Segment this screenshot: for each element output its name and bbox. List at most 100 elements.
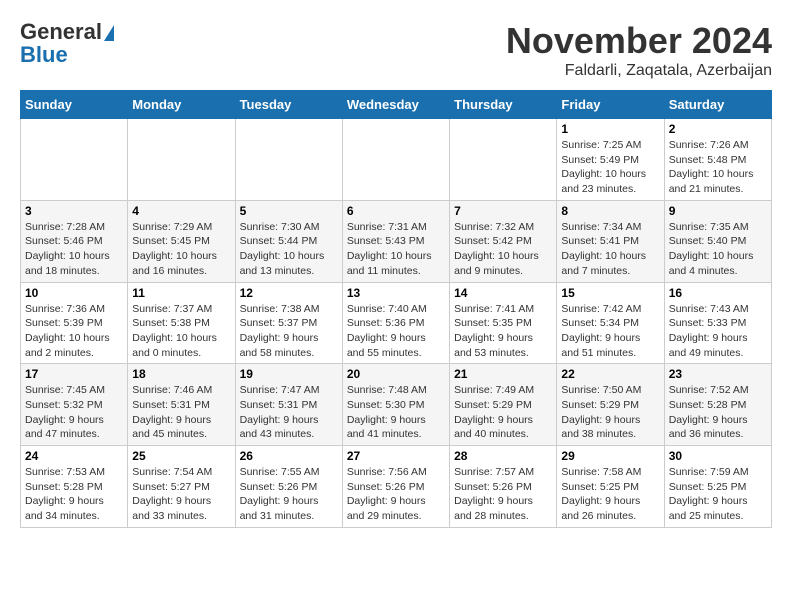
calendar-cell: 5 Sunrise: 7:30 AM Sunset: 5:44 PM Daylig…: [235, 200, 342, 282]
calendar-cell: 20 Sunrise: 7:48 AM Sunset: 5:30 PM Dayli…: [342, 364, 449, 446]
day-number: 11: [132, 286, 230, 300]
day-number: 25: [132, 449, 230, 463]
day-info: Sunrise: 7:31 AM Sunset: 5:43 PM Dayligh…: [347, 220, 445, 279]
day-info: Sunrise: 7:26 AM Sunset: 5:48 PM Dayligh…: [669, 138, 767, 197]
weekday-header: Friday: [557, 91, 664, 119]
calendar-cell: 28 Sunrise: 7:57 AM Sunset: 5:26 PM Dayli…: [450, 446, 557, 528]
calendar: SundayMondayTuesdayWednesdayThursdayFrid…: [20, 90, 772, 528]
day-number: 4: [132, 204, 230, 218]
day-number: 8: [561, 204, 659, 218]
calendar-header: SundayMondayTuesdayWednesdayThursdayFrid…: [21, 91, 772, 119]
calendar-cell: 1 Sunrise: 7:25 AM Sunset: 5:49 PM Daylig…: [557, 119, 664, 201]
calendar-cell: 10Sunrise: 7:36 AM Sunset: 5:39 PM Dayli…: [21, 282, 128, 364]
calendar-cell: 3 Sunrise: 7:28 AM Sunset: 5:46 PM Daylig…: [21, 200, 128, 282]
calendar-cell: 13 Sunrise: 7:40 AM Sunset: 5:36 PM Dayli…: [342, 282, 449, 364]
calendar-body: 1 Sunrise: 7:25 AM Sunset: 5:49 PM Daylig…: [21, 119, 772, 528]
day-info: Sunrise: 7:32 AM Sunset: 5:42 PM Dayligh…: [454, 220, 552, 279]
day-info: Sunrise: 7:46 AM Sunset: 5:31 PM Dayligh…: [132, 383, 230, 442]
day-info: Sunrise: 7:38 AM Sunset: 5:37 PM Dayligh…: [240, 302, 338, 361]
day-number: 30: [669, 449, 767, 463]
weekday-header: Tuesday: [235, 91, 342, 119]
day-info: Sunrise: 7:50 AM Sunset: 5:29 PM Dayligh…: [561, 383, 659, 442]
day-number: 9: [669, 204, 767, 218]
day-number: 15: [561, 286, 659, 300]
calendar-cell: 26 Sunrise: 7:55 AM Sunset: 5:26 PM Dayli…: [235, 446, 342, 528]
calendar-week: 24Sunrise: 7:53 AM Sunset: 5:28 PM Dayli…: [21, 446, 772, 528]
calendar-cell: 23 Sunrise: 7:52 AM Sunset: 5:28 PM Dayli…: [664, 364, 771, 446]
day-info: Sunrise: 7:35 AM Sunset: 5:40 PM Dayligh…: [669, 220, 767, 279]
day-number: 28: [454, 449, 552, 463]
day-info: Sunrise: 7:48 AM Sunset: 5:30 PM Dayligh…: [347, 383, 445, 442]
day-number: 2: [669, 122, 767, 136]
day-number: 23: [669, 367, 767, 381]
day-info: Sunrise: 7:40 AM Sunset: 5:36 PM Dayligh…: [347, 302, 445, 361]
calendar-cell: 14 Sunrise: 7:41 AM Sunset: 5:35 PM Dayli…: [450, 282, 557, 364]
day-info: Sunrise: 7:30 AM Sunset: 5:44 PM Dayligh…: [240, 220, 338, 279]
calendar-cell: 2 Sunrise: 7:26 AM Sunset: 5:48 PM Daylig…: [664, 119, 771, 201]
day-number: 19: [240, 367, 338, 381]
day-number: 5: [240, 204, 338, 218]
logo-blue: Blue: [20, 42, 68, 68]
calendar-cell: 30 Sunrise: 7:59 AM Sunset: 5:25 PM Dayli…: [664, 446, 771, 528]
calendar-week: 1 Sunrise: 7:25 AM Sunset: 5:49 PM Daylig…: [21, 119, 772, 201]
calendar-week: 17 Sunrise: 7:45 AM Sunset: 5:32 PM Dayli…: [21, 364, 772, 446]
day-number: 18: [132, 367, 230, 381]
calendar-cell: [342, 119, 449, 201]
calendar-cell: 12 Sunrise: 7:38 AM Sunset: 5:37 PM Dayli…: [235, 282, 342, 364]
calendar-cell: 11 Sunrise: 7:37 AM Sunset: 5:38 PM Dayli…: [128, 282, 235, 364]
day-number: 26: [240, 449, 338, 463]
day-info: Sunrise: 7:49 AM Sunset: 5:29 PM Dayligh…: [454, 383, 552, 442]
day-number: 29: [561, 449, 659, 463]
day-number: 3: [25, 204, 123, 218]
weekday-header: Sunday: [21, 91, 128, 119]
day-number: 7: [454, 204, 552, 218]
month-title: November 2024: [506, 20, 772, 62]
day-info: Sunrise: 7:29 AM Sunset: 5:45 PM Dayligh…: [132, 220, 230, 279]
day-number: 10: [25, 286, 123, 300]
day-info: Sunrise: 7:55 AM Sunset: 5:26 PM Dayligh…: [240, 465, 338, 524]
day-info: Sunrise: 7:57 AM Sunset: 5:26 PM Dayligh…: [454, 465, 552, 524]
calendar-cell: 18 Sunrise: 7:46 AM Sunset: 5:31 PM Dayli…: [128, 364, 235, 446]
day-number: 17: [25, 367, 123, 381]
day-info: Sunrise: 7:54 AM Sunset: 5:27 PM Dayligh…: [132, 465, 230, 524]
day-info: Sunrise: 7:45 AM Sunset: 5:32 PM Dayligh…: [25, 383, 123, 442]
day-number: 12: [240, 286, 338, 300]
logo-text: General: [20, 20, 114, 44]
day-number: 20: [347, 367, 445, 381]
weekday-header: Thursday: [450, 91, 557, 119]
calendar-cell: 6 Sunrise: 7:31 AM Sunset: 5:43 PM Daylig…: [342, 200, 449, 282]
calendar-cell: 27Sunrise: 7:56 AM Sunset: 5:26 PM Dayli…: [342, 446, 449, 528]
calendar-cell: [21, 119, 128, 201]
day-info: Sunrise: 7:28 AM Sunset: 5:46 PM Dayligh…: [25, 220, 123, 279]
calendar-cell: [235, 119, 342, 201]
calendar-week: 10Sunrise: 7:36 AM Sunset: 5:39 PM Dayli…: [21, 282, 772, 364]
day-info: Sunrise: 7:56 AM Sunset: 5:26 PM Dayligh…: [347, 465, 445, 524]
day-info: Sunrise: 7:25 AM Sunset: 5:49 PM Dayligh…: [561, 138, 659, 197]
calendar-cell: 21 Sunrise: 7:49 AM Sunset: 5:29 PM Dayli…: [450, 364, 557, 446]
calendar-cell: 22 Sunrise: 7:50 AM Sunset: 5:29 PM Dayli…: [557, 364, 664, 446]
day-info: Sunrise: 7:52 AM Sunset: 5:28 PM Dayligh…: [669, 383, 767, 442]
location: Faldarli, Zaqatala, Azerbaijan: [506, 62, 772, 80]
calendar-cell: 15Sunrise: 7:42 AM Sunset: 5:34 PM Dayli…: [557, 282, 664, 364]
day-info: Sunrise: 7:43 AM Sunset: 5:33 PM Dayligh…: [669, 302, 767, 361]
calendar-cell: [128, 119, 235, 201]
calendar-cell: 7 Sunrise: 7:32 AM Sunset: 5:42 PM Daylig…: [450, 200, 557, 282]
day-info: Sunrise: 7:41 AM Sunset: 5:35 PM Dayligh…: [454, 302, 552, 361]
day-number: 24: [25, 449, 123, 463]
day-number: 6: [347, 204, 445, 218]
day-number: 13: [347, 286, 445, 300]
day-info: Sunrise: 7:59 AM Sunset: 5:25 PM Dayligh…: [669, 465, 767, 524]
calendar-cell: [450, 119, 557, 201]
day-number: 21: [454, 367, 552, 381]
day-info: Sunrise: 7:37 AM Sunset: 5:38 PM Dayligh…: [132, 302, 230, 361]
day-number: 1: [561, 122, 659, 136]
calendar-cell: 16Sunrise: 7:43 AM Sunset: 5:33 PM Dayli…: [664, 282, 771, 364]
title-block: November 2024 Faldarli, Zaqatala, Azerba…: [506, 20, 772, 80]
day-info: Sunrise: 7:47 AM Sunset: 5:31 PM Dayligh…: [240, 383, 338, 442]
day-number: 14: [454, 286, 552, 300]
calendar-cell: 17 Sunrise: 7:45 AM Sunset: 5:32 PM Dayli…: [21, 364, 128, 446]
logo: General Blue: [20, 20, 114, 68]
calendar-cell: 25 Sunrise: 7:54 AM Sunset: 5:27 PM Dayli…: [128, 446, 235, 528]
calendar-cell: 4 Sunrise: 7:29 AM Sunset: 5:45 PM Daylig…: [128, 200, 235, 282]
day-number: 22: [561, 367, 659, 381]
